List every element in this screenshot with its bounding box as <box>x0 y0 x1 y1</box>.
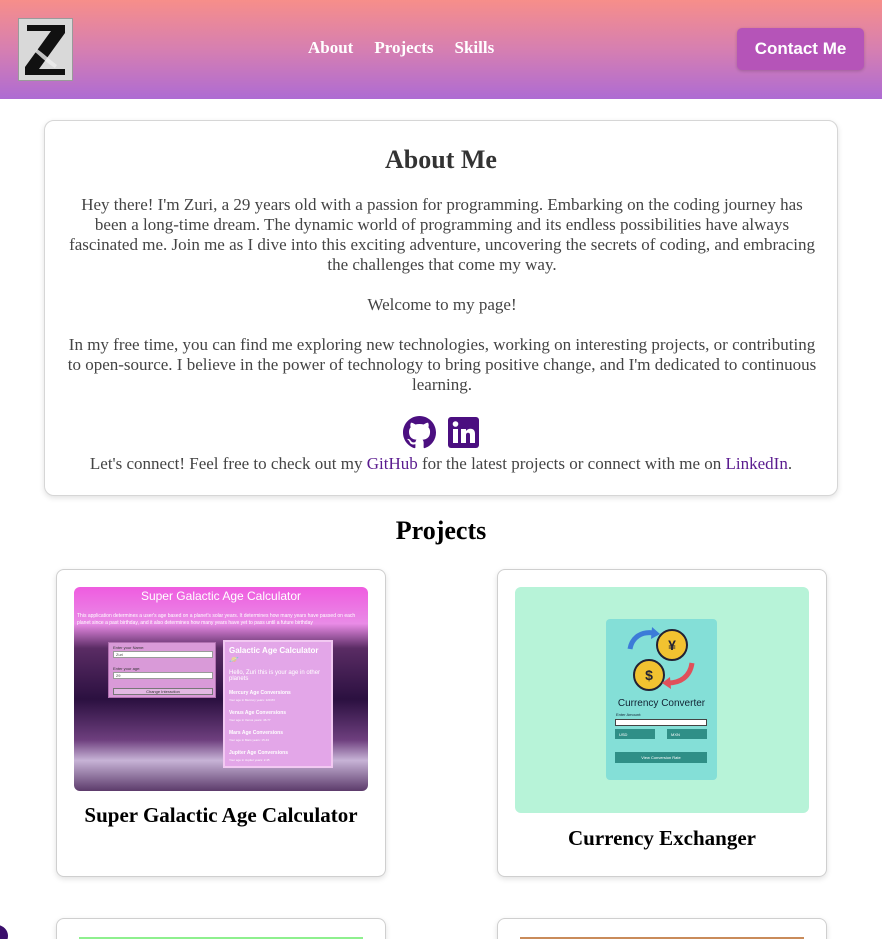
thumb-result-label: Mars Age Conversions <box>229 730 283 736</box>
svg-text:$: $ <box>645 667 653 683</box>
social-icons <box>45 416 837 454</box>
nav-skills[interactable]: Skills <box>455 38 495 58</box>
connect-text: Let's connect! Feel free to check out my… <box>45 454 837 474</box>
thumb-results-panel: Galactic Age Calculator 🪐 Hello, Zuri th… <box>223 640 333 768</box>
thumb-result-sub: Hello, Zuri this is your age in other pl… <box>229 670 321 682</box>
project-card-currency[interactable]: ¥ $ Currency Converter Enter Amount: USD… <box>497 569 827 877</box>
linkedin-icon[interactable] <box>448 416 479 454</box>
about-paragraph-2: Welcome to my page! <box>367 295 517 314</box>
thumb-age-input: 29 <box>113 672 213 679</box>
project-card-3[interactable] <box>56 918 386 939</box>
thumb-amount-input <box>615 719 707 726</box>
thumb-amount-label: Enter Amount: <box>616 712 642 717</box>
thumb-description: This application determines a user's age… <box>77 613 356 626</box>
thumb-converter-box: ¥ $ Currency Converter Enter Amount: USD… <box>606 619 717 780</box>
about-paragraph-3: In my free time, you can find me explori… <box>67 335 817 394</box>
connect-prefix: Let's connect! Feel free to check out my <box>89 454 367 473</box>
currency-exchange-icon: ¥ $ <box>627 627 695 691</box>
logo-z-icon <box>19 19 72 80</box>
nav-about[interactable]: About <box>308 38 353 58</box>
main-nav: About Projects Skills <box>308 38 494 58</box>
thumb-result-value: Your age in Venus years: 46.77 <box>229 718 271 722</box>
linkedin-link[interactable]: LinkedIn <box>726 454 788 473</box>
thumb-result-value: Your age in Mars years: 15.43 <box>229 738 269 742</box>
thumb-from-select: USD <box>615 729 655 739</box>
contact-me-button[interactable]: Contact Me <box>737 28 864 70</box>
thumb-result-value: Your age in Mercury years: 120.83 <box>229 698 275 702</box>
svg-text:¥: ¥ <box>668 637 676 653</box>
about-title: About Me <box>385 145 497 174</box>
thumb-result-value: Your age in Jupiter years: 2.45 <box>229 758 270 762</box>
thumb-convert-button: View Conversion Rate <box>615 752 707 763</box>
thumb-converter-title: Currency Converter <box>617 698 706 709</box>
about-paragraph-1: Hey there! I'm Zuri, a 29 years old with… <box>69 195 815 274</box>
about-card: About Me Hey there! I'm Zuri, a 29 years… <box>44 120 838 496</box>
thumb-button: Change Interaction <box>113 688 213 695</box>
thumb-name-input: Zuri <box>113 651 213 658</box>
logo[interactable] <box>18 18 73 81</box>
thumb-result-label: Jupiter Age Conversions <box>229 750 288 756</box>
github-link[interactable]: GitHub <box>367 454 418 473</box>
thumb-to-select: MXN <box>667 729 707 739</box>
project-name: Super Galactic Age Calculator <box>84 803 358 827</box>
project-card-4[interactable] <box>497 918 827 939</box>
connect-suffix: . <box>787 454 793 473</box>
thumb-form: Enter your Name: Zuri Enter your age: 29… <box>108 642 216 698</box>
project-name: Currency Exchanger <box>567 826 756 850</box>
connect-middle: for the latest projects or connect with … <box>417 454 726 473</box>
projects-title: Projects <box>395 516 487 545</box>
thumb-name-label: Enter your Name: <box>113 645 145 650</box>
thumb-title: Super Galactic Age Calculator <box>140 589 302 603</box>
github-icon[interactable] <box>403 416 436 454</box>
thumb-result-title: Galactic Age Calculator 🪐 <box>229 646 319 664</box>
nav-projects[interactable]: Projects <box>374 38 433 58</box>
project-thumbnail-currency[interactable]: ¥ $ Currency Converter Enter Amount: USD… <box>515 587 809 813</box>
decorative-corner <box>0 925 8 939</box>
thumb-age-label: Enter your age: <box>113 666 141 671</box>
thumb-result-label: Mercury Age Conversions <box>229 690 291 696</box>
project-thumbnail-galactic[interactable]: Super Galactic Age Calculator This appli… <box>74 587 368 791</box>
thumb-result-label: Venus Age Conversions <box>229 710 287 716</box>
site-header: About Projects Skills Contact Me <box>0 0 882 99</box>
project-card-galactic[interactable]: Super Galactic Age Calculator This appli… <box>56 569 386 877</box>
